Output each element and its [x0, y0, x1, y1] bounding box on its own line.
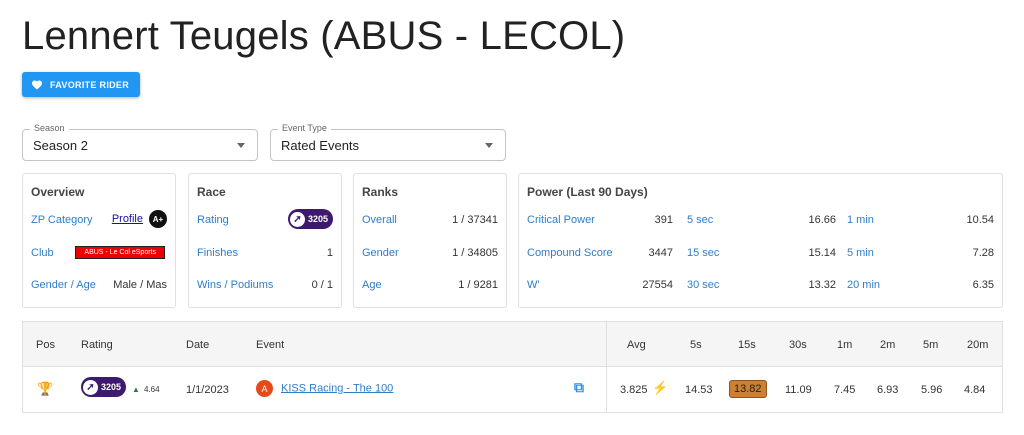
wins-podiums-label: Wins / Podiums — [197, 279, 274, 291]
compound-score-value: 3447 — [648, 247, 673, 259]
duration-1min-value: 10.54 — [966, 214, 994, 226]
race-card: Race Rating ➚ 3205 Finishes 1 Wins / Pod… — [188, 173, 342, 308]
header-pos[interactable]: Pos — [36, 339, 55, 351]
page-title: Lennert Teugels (ABUS - LECOL) — [22, 14, 626, 58]
rating-change: 4.64 — [144, 385, 160, 394]
header-event[interactable]: Event — [256, 339, 284, 351]
duration-5sec-value: 16.66 — [808, 214, 836, 226]
wins-podiums-value: 0 / 1 — [311, 279, 333, 291]
season-select-value: Season 2 — [33, 137, 88, 153]
race-heading: Race — [197, 185, 226, 199]
overall-rank-value: 1 / 37341 — [452, 214, 498, 226]
club-label: Club — [31, 247, 54, 259]
category-badge: A+ — [149, 210, 167, 228]
chevron-down-icon — [485, 143, 493, 148]
row-date: 1/1/2023 — [186, 384, 229, 396]
header-5s[interactable]: 5s — [690, 339, 702, 351]
column-divider — [606, 322, 607, 412]
duration-15sec-value: 15.14 — [808, 247, 836, 259]
header-15s[interactable]: 15s — [738, 339, 756, 351]
event-chart-icon[interactable]: ⧉ — [574, 379, 584, 396]
w-prime-label: W' — [527, 279, 540, 291]
event-type-select[interactable]: Event Type Rated Events — [270, 123, 506, 161]
event-type-select-value: Rated Events — [281, 137, 360, 153]
chevron-down-icon — [237, 143, 245, 148]
rating-label: Rating — [197, 214, 229, 226]
row-15s: 13.82 — [729, 380, 767, 398]
gender-age-label: Gender / Age — [31, 279, 96, 291]
age-rank-label: Age — [362, 279, 382, 291]
row-2m: 6.93 — [877, 384, 899, 396]
row-rating-value: 3205 — [101, 382, 122, 392]
season-select-label: Season — [30, 123, 69, 133]
zp-category-label: ZP Category — [31, 214, 93, 226]
overview-heading: Overview — [31, 185, 85, 199]
power-card: Power (Last 90 Days) Critical Power 391 … — [518, 173, 1003, 308]
rating-up-icon: ▲ — [132, 385, 140, 394]
duration-1min-label: 1 min — [847, 214, 874, 226]
header-date[interactable]: Date — [186, 339, 209, 351]
header-5m[interactable]: 5m — [923, 339, 938, 351]
header-1m[interactable]: 1m — [837, 339, 852, 351]
critical-power-label: Critical Power — [527, 214, 595, 226]
header-avg[interactable]: Avg — [627, 339, 646, 351]
duration-30sec-label: 30 sec — [687, 279, 720, 291]
lightning-icon: ⚡ — [652, 380, 669, 395]
gender-rank-value: 1 / 34805 — [452, 247, 498, 259]
overview-card: Overview ZP Category Profile A+ Club ABU… — [22, 173, 176, 308]
club-badge[interactable]: ABUS - Le Col eSports — [75, 246, 165, 259]
rocket-icon: ➚ — [83, 379, 98, 395]
profile-link[interactable]: Profile — [112, 213, 143, 225]
row-avg: 3.825 — [620, 384, 648, 396]
trophy-icon: 🏆 — [37, 381, 54, 396]
duration-5min-label: 5 min — [847, 247, 874, 259]
season-select[interactable]: Season Season 2 — [22, 123, 258, 161]
rating-badge: ➚ 3205 — [287, 209, 333, 229]
duration-5min-value: 7.28 — [972, 247, 994, 259]
event-link[interactable]: KISS Racing - The 100 — [281, 382, 393, 394]
rocket-icon: ➚ — [289, 211, 305, 227]
header-rating[interactable]: Rating — [81, 339, 113, 351]
finishes-value: 1 — [326, 247, 333, 259]
header-30s[interactable]: 30s — [789, 339, 807, 351]
ranks-card: Ranks Overall 1 / 37341 Gender 1 / 34805… — [353, 173, 507, 308]
ranks-heading: Ranks — [362, 185, 399, 199]
event-cell: A KISS Racing - The 100 — [256, 380, 393, 397]
power-heading: Power (Last 90 Days) — [527, 185, 648, 199]
row-30s: 11.09 — [785, 384, 812, 396]
results-table: Pos Rating Date Event Avg 5s 15s 30s 1m … — [22, 321, 1003, 413]
gender-age-value: Male / Mas — [113, 279, 167, 291]
row-20m: 4.84 — [964, 384, 986, 396]
rating-badge-value: 3205 — [307, 214, 328, 224]
finishes-label: Finishes — [197, 247, 238, 259]
favorite-rider-button[interactable]: FAVORITE RIDER — [22, 72, 140, 97]
heart-icon — [32, 80, 42, 90]
duration-5sec-label: 5 sec — [687, 214, 714, 226]
duration-30sec-value: 13.32 — [808, 279, 836, 291]
header-20m[interactable]: 20m — [967, 339, 988, 351]
row-1m: 7.45 — [834, 384, 856, 396]
duration-20min-value: 6.35 — [972, 279, 994, 291]
row-5s: 14.53 — [685, 384, 713, 396]
age-rank-value: 1 / 9281 — [458, 279, 498, 291]
compound-score-label: Compound Score — [527, 247, 613, 259]
duration-15sec-label: 15 sec — [687, 247, 720, 259]
header-2m[interactable]: 2m — [880, 339, 895, 351]
w-prime-value: 27554 — [642, 279, 673, 291]
event-type-select-label: Event Type — [278, 123, 331, 133]
row-rating-badge: ➚ 3205 — [81, 377, 127, 397]
row-5m: 5.96 — [921, 384, 943, 396]
gender-rank-label: Gender — [362, 247, 399, 259]
table-header: Pos Rating Date Event Avg 5s 15s 30s 1m … — [23, 322, 1002, 367]
event-category-badge: A — [256, 380, 273, 397]
overall-rank-label: Overall — [362, 214, 397, 226]
duration-20min-label: 20 min — [847, 279, 881, 291]
critical-power-value: 391 — [654, 214, 673, 226]
favorite-rider-label: FAVORITE RIDER — [50, 79, 130, 90]
